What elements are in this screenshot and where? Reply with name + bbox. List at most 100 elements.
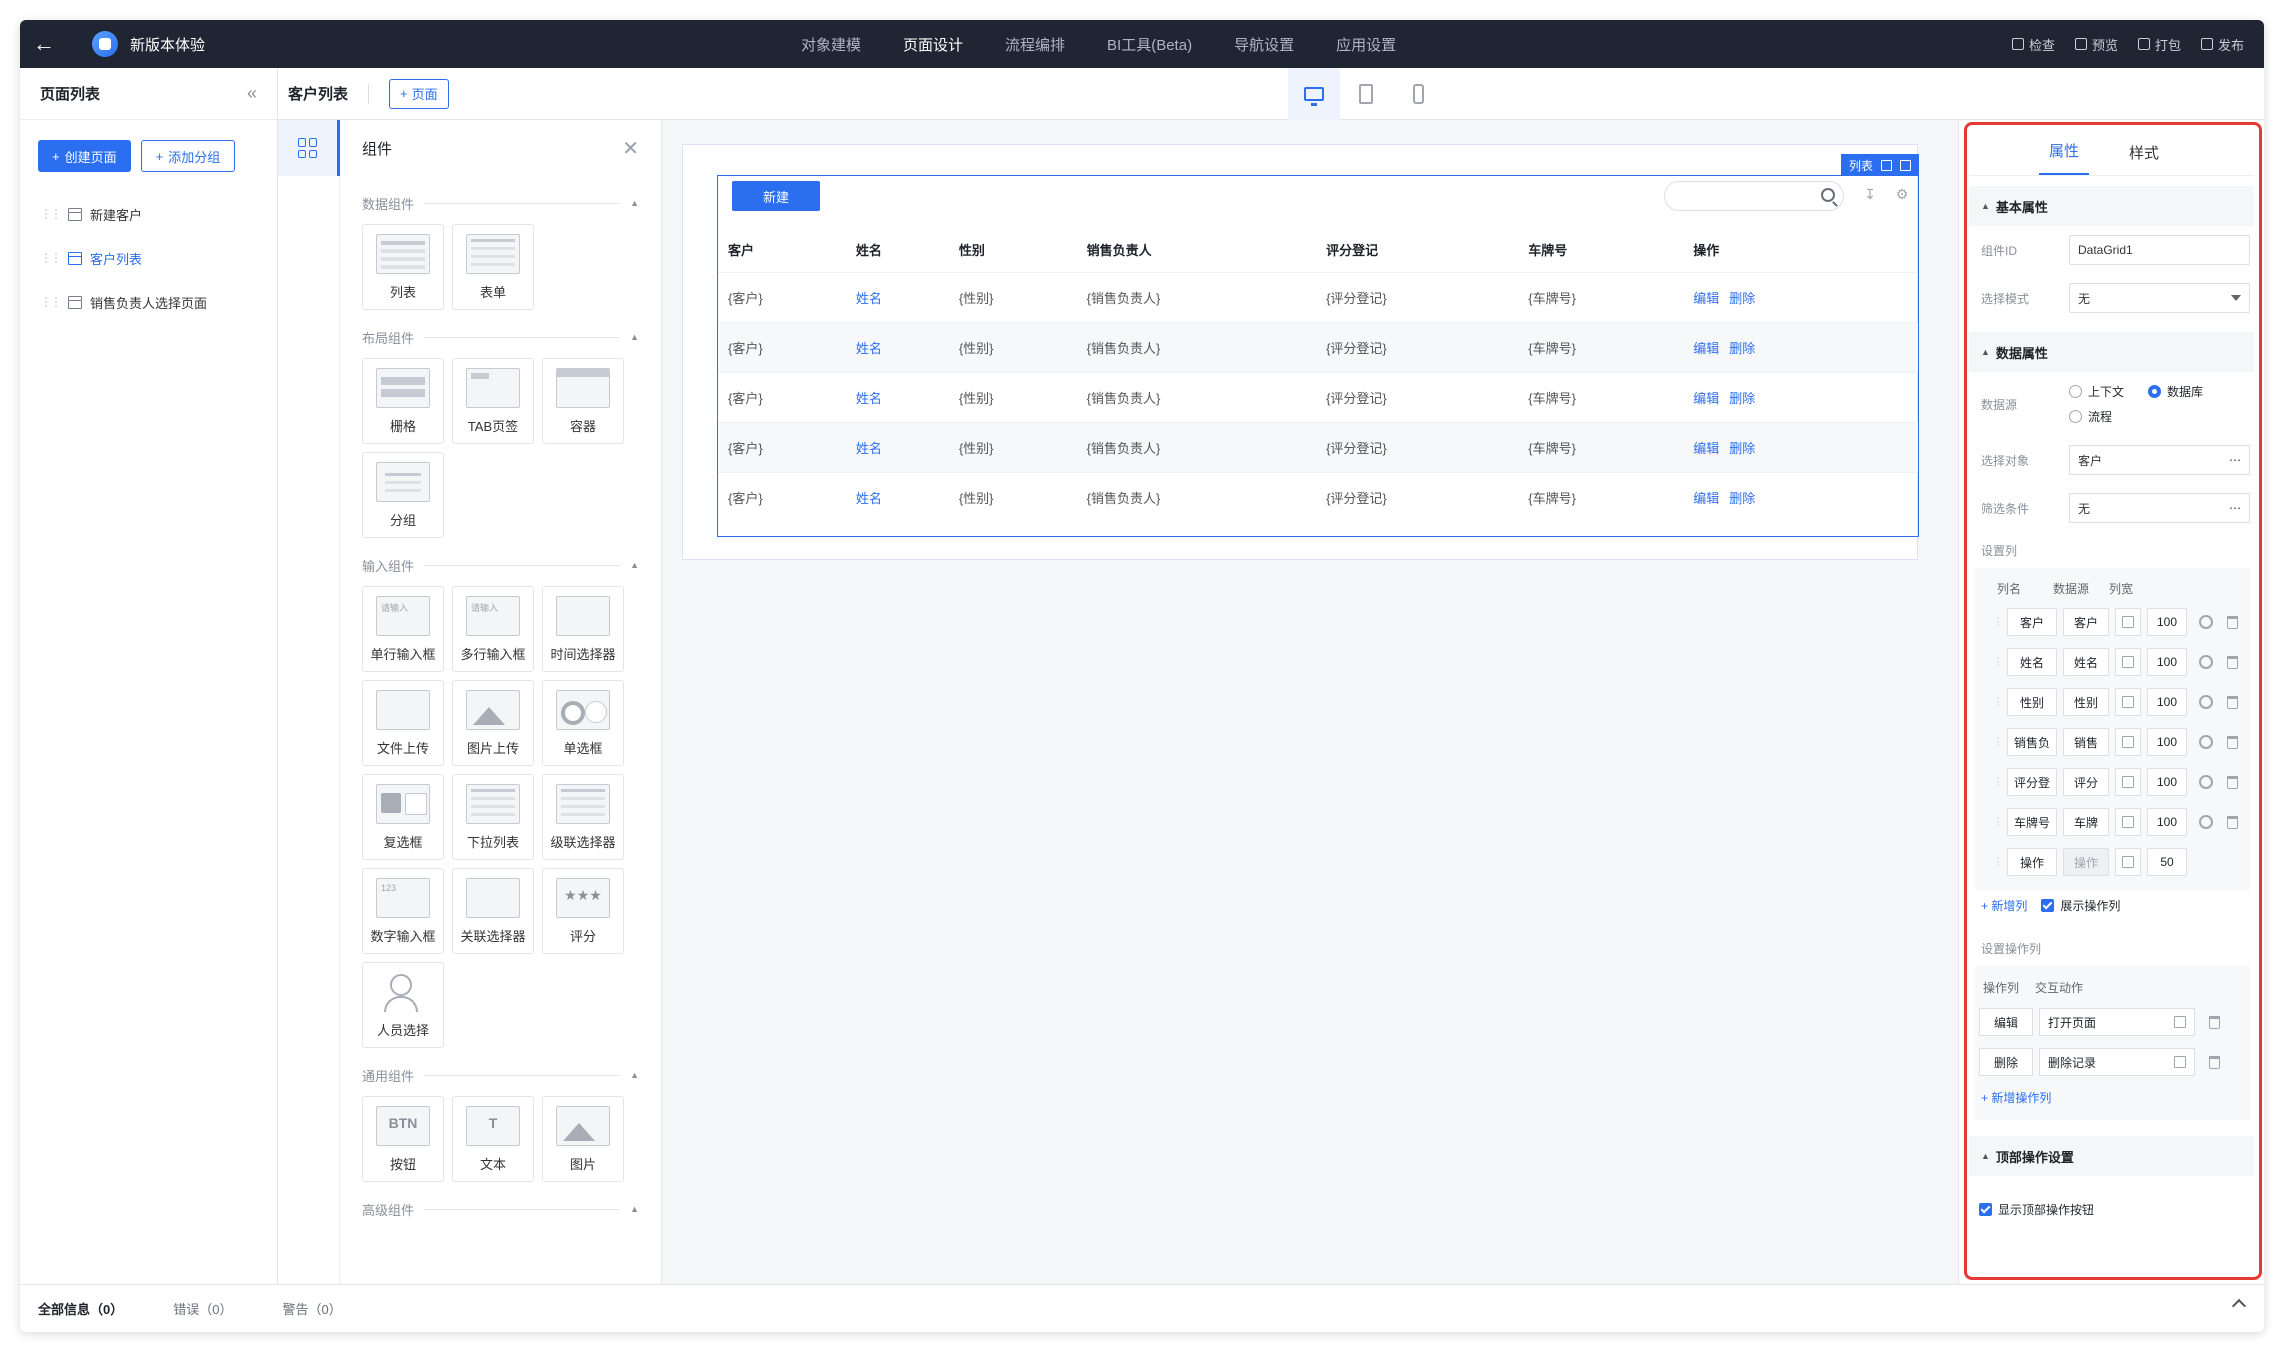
component-checkbox[interactable]: 复选框 [362, 774, 444, 860]
component-dropdown[interactable]: 下拉列表 [452, 774, 534, 860]
component-tab[interactable]: TAB页签 [452, 358, 534, 444]
column-source-input[interactable]: 评分 [2063, 768, 2109, 796]
component-time-picker[interactable]: 时间选择器 [542, 586, 624, 672]
radio-database[interactable]: 数据库 [2148, 383, 2203, 400]
more-icon[interactable]: ⋯ [2229, 501, 2241, 515]
trash-icon[interactable] [2227, 775, 2238, 789]
column-name-input[interactable]: 性别 [2007, 688, 2057, 716]
component-text[interactable]: T 文本 [452, 1096, 534, 1182]
nav-page-design[interactable]: 页面设计 [882, 20, 984, 68]
gear-icon[interactable] [2199, 615, 2213, 629]
expand-icon[interactable] [2174, 1016, 2186, 1028]
page-preview[interactable]: 列表 新建 ↧ ⚙ 客户 姓名 性别 销售负责人 评分登记 车牌号 操作 {客户… [682, 144, 1919, 560]
publish-button[interactable]: 发布 [2200, 35, 2244, 54]
column-width-input[interactable]: 100 [2147, 608, 2187, 636]
page-item-sales-owner-select[interactable]: ⋮⋮ 销售负责人选择页面 [20, 280, 277, 324]
column-width-input[interactable]: 100 [2147, 648, 2187, 676]
column-name-input[interactable]: 姓名 [2007, 648, 2057, 676]
create-page-button[interactable]: + 创建页面 [38, 140, 131, 172]
gear-icon[interactable] [2199, 655, 2213, 669]
table-cell[interactable]: 姓名 [845, 321, 949, 372]
expand-icon[interactable] [2174, 1056, 2186, 1068]
column-width-input[interactable]: 100 [2147, 728, 2187, 756]
trash-icon[interactable] [2227, 695, 2238, 709]
check-button[interactable]: 检查 [2011, 35, 2055, 54]
component-rating[interactable]: ★★★ 评分 [542, 868, 624, 954]
column-name-input[interactable]: 操作 [2007, 848, 2057, 876]
column-expand-button[interactable] [2115, 608, 2141, 636]
gear-icon[interactable] [2199, 775, 2213, 789]
op-name-input[interactable]: 删除 [1979, 1048, 2033, 1076]
radio-flow[interactable]: 流程 [2069, 408, 2112, 425]
edit-link[interactable]: 编辑 [1693, 491, 1719, 506]
data-props-section[interactable]: ▲ 数据属性 [1969, 332, 2254, 372]
delete-link[interactable]: 删除 [1729, 491, 1755, 506]
trash-icon[interactable] [2227, 815, 2238, 829]
column-expand-button[interactable] [2115, 648, 2141, 676]
column-source-input[interactable]: 操作 [2063, 848, 2109, 876]
column-source-input[interactable]: 销售 [2063, 728, 2109, 756]
column-source-input[interactable]: 车牌 [2063, 808, 2109, 836]
edit-link[interactable]: 编辑 [1693, 291, 1719, 306]
component-text-input[interactable]: 请输入 单行输入框 [362, 586, 444, 672]
op-name-input[interactable]: 编辑 [1979, 1008, 2033, 1036]
gear-icon[interactable] [2199, 695, 2213, 709]
tab-errors[interactable]: 错误（0） [173, 1299, 232, 1318]
tab-all-info[interactable]: 全部信息（0） [38, 1299, 123, 1318]
component-group[interactable]: 分组 [362, 452, 444, 538]
table-cell[interactable]: 姓名 [845, 371, 949, 422]
delete-icon[interactable] [1900, 159, 1911, 171]
tablet-view-button[interactable] [1340, 68, 1392, 120]
column-width-input[interactable]: 50 [2147, 848, 2187, 876]
component-textarea[interactable]: 请输入 多行输入框 [452, 586, 534, 672]
drag-handle-icon[interactable]: ⋮ [1993, 657, 2003, 668]
component-user-select[interactable]: 人员选择 [362, 962, 444, 1048]
component-form[interactable]: 表单 [452, 224, 534, 310]
table-cell[interactable]: 姓名 [845, 471, 949, 522]
back-arrow-icon[interactable]: ← [20, 20, 68, 68]
basic-props-section[interactable]: ▲ 基本属性 [1969, 186, 2254, 226]
drag-handle-icon[interactable]: ⋮⋮ [40, 251, 62, 265]
column-name-input[interactable]: 车牌号 [2007, 808, 2057, 836]
drag-handle-icon[interactable]: ⋮ [1993, 697, 2003, 708]
table-cell[interactable]: 姓名 [845, 271, 949, 322]
edit-link[interactable]: 编辑 [1693, 341, 1719, 356]
copy-icon[interactable] [1881, 159, 1892, 171]
gear-icon[interactable] [2199, 815, 2213, 829]
column-name-input[interactable]: 客户 [2007, 608, 2057, 636]
nav-bi-tools[interactable]: BI工具(Beta) [1086, 20, 1213, 68]
nav-object-modeling[interactable]: 对象建模 [780, 20, 882, 68]
delete-link[interactable]: 删除 [1729, 341, 1755, 356]
top-ops-section[interactable]: ▲ 顶部操作设置 [1969, 1136, 2254, 1176]
package-button[interactable]: 打包 [2137, 35, 2181, 54]
close-icon[interactable]: ✕ [622, 136, 639, 161]
trash-icon[interactable] [2227, 655, 2238, 669]
add-page-button[interactable]: + 页面 [389, 78, 449, 109]
drag-handle-icon[interactable]: ⋮ [1993, 817, 2003, 828]
component-id-input[interactable]: DataGrid1 [2069, 235, 2250, 265]
component-cascader[interactable]: 级联选择器 [542, 774, 624, 860]
column-expand-button[interactable] [2115, 808, 2141, 836]
table-cell[interactable]: 姓名 [845, 421, 949, 472]
nav-navigation-settings[interactable]: 导航设置 [1213, 20, 1315, 68]
op-action-input[interactable]: 打开页面 [2039, 1008, 2195, 1036]
collapse-icon[interactable]: « [247, 83, 257, 104]
column-width-input[interactable]: 100 [2147, 768, 2187, 796]
list-new-button[interactable]: 新建 [732, 181, 820, 211]
download-icon[interactable]: ↧ [1862, 186, 1878, 202]
page-item-new-customer[interactable]: ⋮⋮ 新建客户 [20, 192, 277, 236]
drag-handle-icon[interactable]: ⋮ [1993, 617, 2003, 628]
list-component[interactable]: 列表 新建 ↧ ⚙ 客户 姓名 性别 销售负责人 评分登记 车牌号 操作 {客户… [717, 154, 1919, 537]
edit-link[interactable]: 编辑 [1693, 441, 1719, 456]
drag-handle-icon[interactable]: ⋮ [1993, 737, 2003, 748]
nav-flow[interactable]: 流程编排 [984, 20, 1086, 68]
trash-icon[interactable] [2227, 735, 2238, 749]
page-item-customer-list[interactable]: ⋮⋮ 客户列表 [20, 236, 277, 280]
column-source-input[interactable]: 姓名 [2063, 648, 2109, 676]
gear-icon[interactable]: ⚙ [1894, 186, 1910, 202]
trash-icon[interactable] [2209, 1055, 2220, 1069]
list-component-tag[interactable]: 列表 [1840, 154, 1919, 176]
add-column-link[interactable]: + 新增列 [1981, 897, 2027, 914]
component-button[interactable]: BTN 按钮 [362, 1096, 444, 1182]
more-icon[interactable]: ⋯ [2229, 453, 2241, 467]
